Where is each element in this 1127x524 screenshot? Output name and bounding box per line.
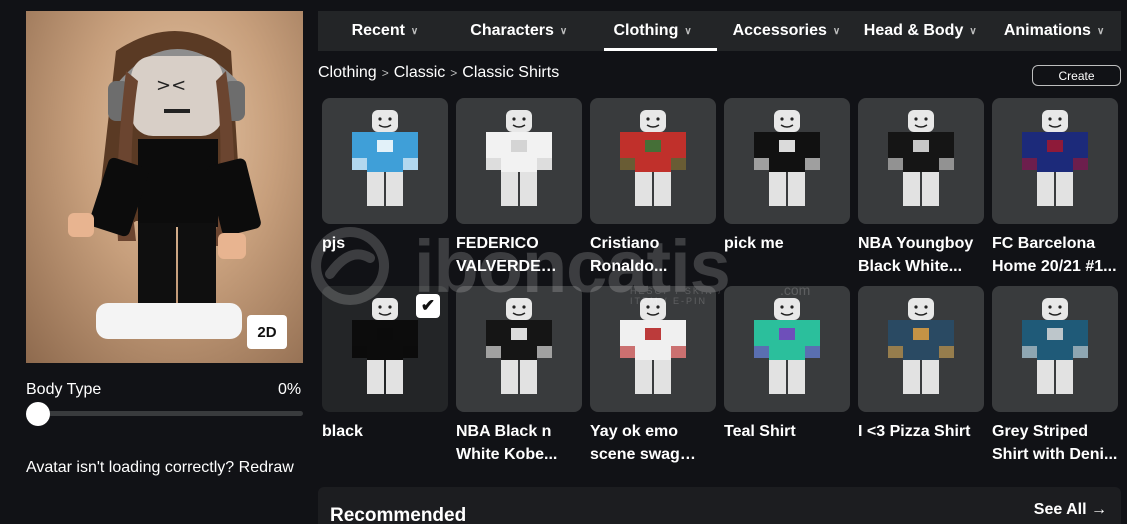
item-name[interactable]: FEDERICO VALVERDE REA... [456, 232, 582, 278]
avatar-figure: >< [68, 31, 261, 339]
tab-label: Head & Body [863, 22, 964, 39]
tab-clothing[interactable]: Clothing ∨ [586, 11, 720, 51]
chevron-right-icon: > [450, 66, 458, 80]
chevron-down-icon: ∨ [969, 25, 977, 37]
item-card[interactable]: ✔ black [322, 286, 448, 474]
item-card[interactable]: Teal Shirt [724, 286, 850, 474]
chevron-down-icon: ∨ [1096, 25, 1105, 37]
avatar-help-row: Avatar isn't loading correctly? Redraw [26, 459, 294, 477]
item-name[interactable]: pick me [724, 232, 850, 278]
shirt-preview-image [1022, 110, 1088, 206]
svg-text:><: >< [156, 75, 186, 96]
tab-recent[interactable]: Recent ∨ [318, 11, 452, 51]
item-name[interactable]: I <3 Pizza Shirt [858, 420, 984, 466]
tab-characters[interactable]: Characters ∨ [452, 11, 586, 51]
item-card[interactable]: FC Barcelona Home 20/21 #1... [992, 98, 1118, 286]
shirt-preview-image [1022, 298, 1088, 394]
item-name[interactable]: Grey Striped Shirt with Deni... [992, 420, 1118, 466]
recommended-title: Recommended [330, 505, 467, 524]
item-card[interactable]: NBA Black n White Kobe... [456, 286, 582, 474]
breadcrumb: Clothing > Classic > Classic Shirts [318, 64, 559, 82]
arrow-right-icon: → [1091, 501, 1107, 518]
body-type-label: Body Type [26, 381, 102, 398]
breadcrumb-item[interactable]: Classic Shirts [462, 64, 559, 82]
item-card[interactable]: Cristiano Ronaldo... [590, 98, 716, 286]
chevron-right-icon: > [381, 66, 389, 80]
avatar-help-text: Avatar isn't loading correctly? [26, 459, 235, 476]
body-type-slider-track[interactable] [32, 411, 303, 416]
item-card[interactable]: Yay ok emo scene swag dh... [590, 286, 716, 474]
item-name[interactable]: NBA Black n White Kobe... [456, 420, 582, 466]
body-type-slider-thumb[interactable] [26, 402, 50, 426]
item-name[interactable]: Teal Shirt [724, 420, 850, 466]
item-thumbnail[interactable] [858, 286, 984, 412]
shirt-preview-image [486, 110, 552, 206]
chevron-down-icon: ∨ [684, 25, 692, 37]
item-name[interactable]: Cristiano Ronaldo... [590, 232, 716, 278]
item-name[interactable]: Yay ok emo scene swag dh... [590, 420, 716, 466]
item-name[interactable]: NBA Youngboy Black White... [858, 232, 984, 278]
shirt-preview-image [620, 110, 686, 206]
item-grid: pjsFEDERICO VALVERDE REA...Cristiano Ron… [322, 98, 1122, 474]
item-thumbnail[interactable] [590, 286, 716, 412]
tab-head-body[interactable]: Head & Body ∨ [853, 11, 987, 51]
tab-label: Characters [470, 22, 554, 39]
item-thumbnail[interactable] [992, 286, 1118, 412]
tab-label: Recent [351, 22, 405, 39]
item-name[interactable]: black [322, 420, 448, 466]
view-2d-toggle-button[interactable]: 2D [247, 315, 287, 349]
item-thumbnail[interactable] [858, 98, 984, 224]
breadcrumb-item[interactable]: Classic [394, 64, 446, 82]
shirt-preview-image [754, 298, 820, 394]
item-card[interactable]: pjs [322, 98, 448, 286]
chevron-down-icon: ∨ [410, 25, 419, 37]
shirt-preview-image [486, 298, 552, 394]
recommended-section: Recommended See All → [318, 487, 1121, 524]
body-type-value: 0% [278, 381, 302, 398]
shirt-preview-image [352, 110, 418, 206]
tab-label: Accessories [732, 22, 827, 39]
item-card[interactable]: Grey Striped Shirt with Deni... [992, 286, 1118, 474]
tab-label: Clothing [613, 22, 679, 39]
tab-animations[interactable]: Animations ∨ [987, 11, 1121, 51]
item-thumbnail[interactable] [992, 98, 1118, 224]
breadcrumb-item[interactable]: Clothing [318, 64, 377, 82]
shirt-preview-image [888, 298, 954, 394]
tab-label: Animations [1003, 22, 1091, 39]
shirt-preview-image [620, 298, 686, 394]
item-thumbnail[interactable] [590, 98, 716, 224]
create-button[interactable]: Create [1032, 65, 1121, 86]
chevron-down-icon: ∨ [832, 25, 841, 37]
redraw-link[interactable]: Redraw [239, 459, 294, 476]
item-card[interactable]: pick me [724, 98, 850, 286]
shirt-preview-image [888, 110, 954, 206]
item-thumbnail[interactable]: ✔ [322, 286, 448, 412]
item-name[interactable]: FC Barcelona Home 20/21 #1... [992, 232, 1118, 278]
chevron-down-icon: ∨ [559, 25, 568, 37]
item-card[interactable]: I <3 Pizza Shirt [858, 286, 984, 474]
see-all-label: See All [1033, 501, 1087, 518]
checkmark-icon[interactable]: ✔ [416, 294, 440, 318]
avatar-preview[interactable]: >< 2D [26, 11, 303, 363]
item-card[interactable]: FEDERICO VALVERDE REA... [456, 98, 582, 286]
tab-accessories[interactable]: Accessories ∨ [719, 11, 853, 51]
category-tabs: Recent ∨ Characters ∨ Clothing ∨ Accessories ∨ H… [318, 11, 1121, 51]
item-name[interactable]: pjs [322, 232, 448, 278]
item-card[interactable]: NBA Youngboy Black White... [858, 98, 984, 286]
item-thumbnail[interactable] [724, 98, 850, 224]
item-thumbnail[interactable] [322, 98, 448, 224]
shirt-preview-image [754, 110, 820, 206]
item-thumbnail[interactable] [456, 286, 582, 412]
item-thumbnail[interactable] [724, 286, 850, 412]
item-thumbnail[interactable] [456, 98, 582, 224]
see-all-link[interactable]: See All → [1034, 501, 1107, 519]
